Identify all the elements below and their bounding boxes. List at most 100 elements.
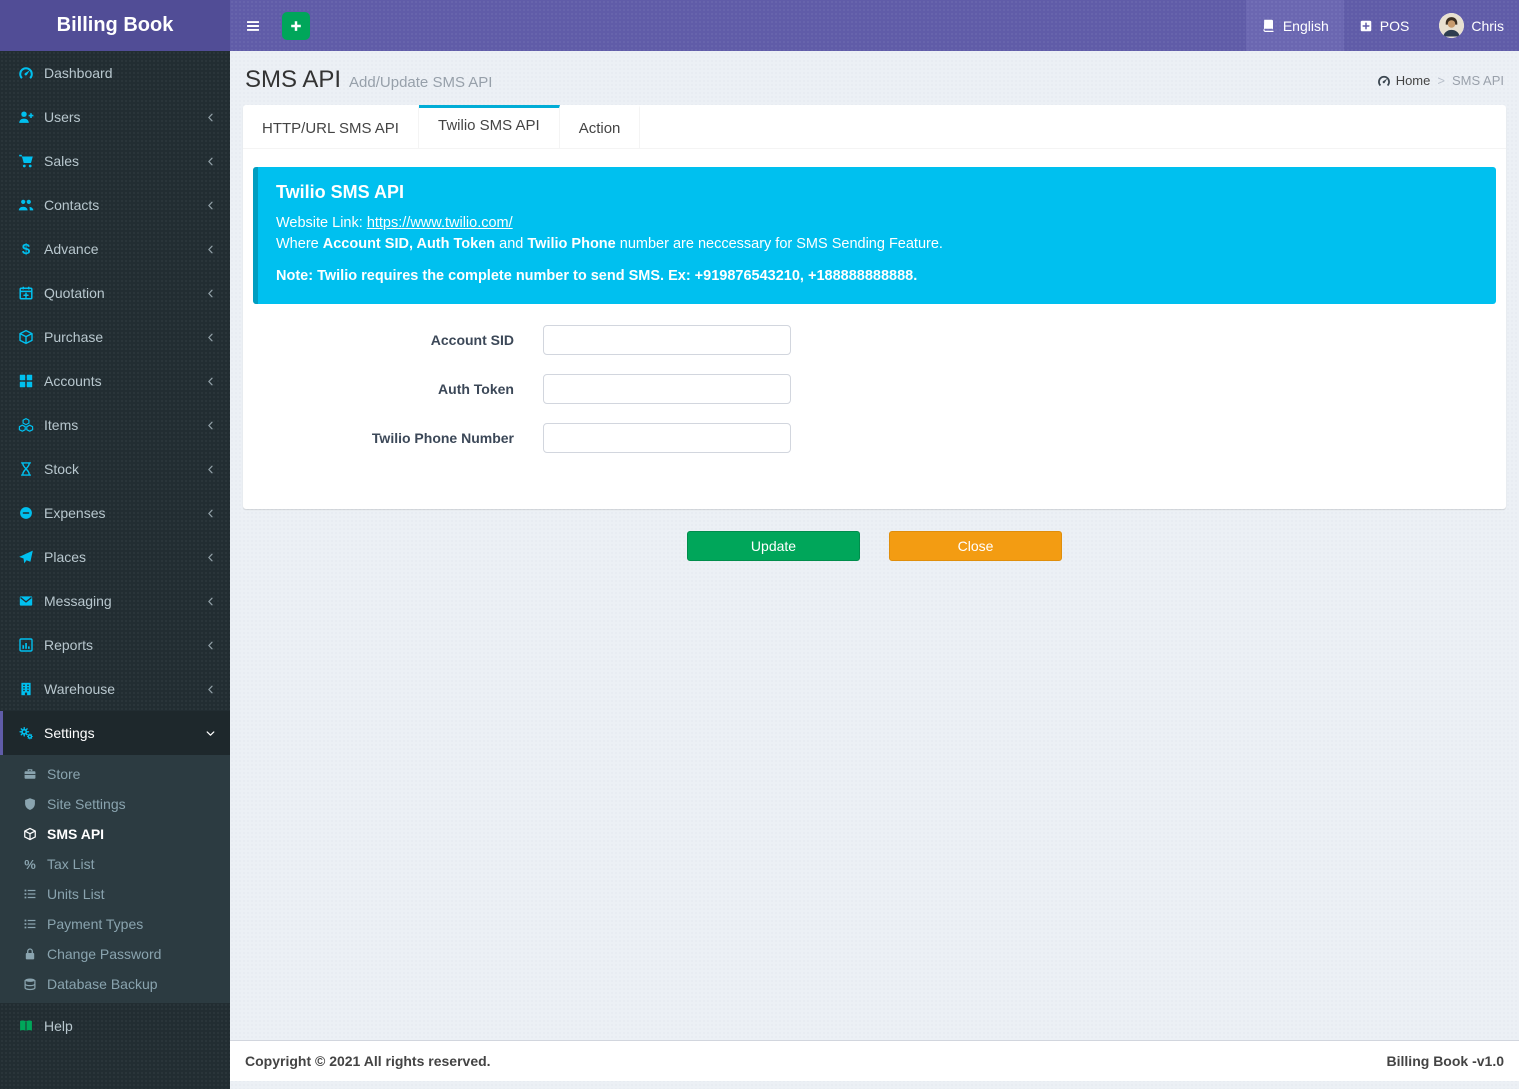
page-title: SMS API (245, 66, 341, 93)
sidebar-item-dashboard[interactable]: Dashboard (0, 51, 230, 95)
account-sid-label: Account SID (253, 332, 514, 348)
sidebar-item-contacts[interactable]: Contacts (0, 183, 230, 227)
account-sid-input[interactable] (543, 325, 791, 355)
cube-icon (18, 329, 34, 345)
sidebar-subitem-database-backup[interactable]: Database Backup (0, 969, 230, 999)
user-plus-icon (18, 109, 34, 125)
sidebar-item-quotation[interactable]: Quotation (0, 271, 230, 315)
sidebar-item-purchase[interactable]: Purchase (0, 315, 230, 359)
sidebar-item-stock[interactable]: Stock (0, 447, 230, 491)
sidebar-item-help[interactable]: Help (0, 1004, 230, 1048)
twilio-website-link[interactable]: https://www.twilio.com/ (367, 215, 513, 231)
sidebar-item-accounts[interactable]: Accounts (0, 359, 230, 403)
settings-submenu: Store Site Settings SMS API %Tax List Un… (0, 755, 230, 1003)
dollar-icon: $ (18, 241, 34, 257)
shield-icon (23, 797, 37, 811)
main-content: SMS API Add/Update SMS API Home > SMS API… (230, 51, 1519, 1089)
sidebar-subitem-payment-types[interactable]: Payment Types (0, 909, 230, 939)
sidebar-item-settings[interactable]: Settings (0, 711, 230, 755)
auth-token-input[interactable] (543, 374, 791, 404)
sidebar-subitem-site-settings[interactable]: Site Settings (0, 789, 230, 819)
twilio-info-callout: Twilio SMS API Website Link: https://www… (253, 167, 1496, 304)
bar-chart-icon (18, 637, 34, 653)
cube-icon (23, 827, 37, 841)
plus-icon (289, 19, 303, 33)
breadcrumb-separator: > (1437, 73, 1445, 88)
chevron-left-icon (205, 596, 216, 607)
quick-add-button[interactable] (282, 12, 310, 40)
form-row: Account SID (253, 325, 1496, 355)
tab-http-url-sms-api[interactable]: HTTP/URL SMS API (243, 105, 419, 148)
minus-circle-icon (18, 505, 34, 521)
app-logo[interactable]: Billing Book (0, 0, 230, 51)
sidebar-item-advance[interactable]: $Advance (0, 227, 230, 271)
sidebar-item-warehouse[interactable]: Warehouse (0, 667, 230, 711)
sidebar-item-items[interactable]: Items (0, 403, 230, 447)
envelope-icon (18, 593, 34, 609)
sidebar-item-expenses[interactable]: Expenses (0, 491, 230, 535)
paper-plane-icon (18, 549, 34, 565)
gauge-icon (18, 65, 34, 81)
close-button[interactable]: Close (889, 531, 1062, 561)
top-header: Billing Book English POS Chris (0, 0, 1519, 51)
breadcrumb-current: SMS API (1452, 73, 1504, 88)
chevron-left-icon (205, 684, 216, 695)
sidebar-item-reports[interactable]: Reports (0, 623, 230, 667)
tab-twilio-sms-api[interactable]: Twilio SMS API (419, 105, 560, 148)
sidebar-subitem-tax-list[interactable]: %Tax List (0, 849, 230, 879)
pos-label: POS (1380, 18, 1410, 34)
sidebar-toggle-button[interactable] (230, 0, 275, 51)
sidebar-item-places[interactable]: Places (0, 535, 230, 579)
sidebar-subitem-units-list[interactable]: Units List (0, 879, 230, 909)
calendar-plus-icon (18, 285, 34, 301)
footer: Copyright © 2021 All rights reserved. Bi… (230, 1040, 1519, 1081)
callout-website-line: Website Link: https://www.twilio.com/ (276, 213, 1466, 234)
sidebar-subitem-store[interactable]: Store (0, 759, 230, 789)
user-menu[interactable]: Chris (1424, 0, 1519, 51)
sidebar-item-messaging[interactable]: Messaging (0, 579, 230, 623)
callout-where-line: Where Account SID, Auth Token and Twilio… (276, 234, 1466, 255)
breadcrumb: Home > SMS API (1377, 73, 1504, 88)
tab-content: Twilio SMS API Website Link: https://www… (243, 149, 1506, 509)
sidebar: Dashboard Users Sales Contacts $Advance … (0, 51, 230, 1089)
pos-button[interactable]: POS (1344, 0, 1425, 51)
user-name: Chris (1471, 18, 1504, 34)
cubes-icon (18, 417, 34, 433)
version-text: Billing Book -v1.0 (1387, 1053, 1504, 1069)
twilio-phone-number-input[interactable] (543, 423, 791, 453)
sms-api-card: HTTP/URL SMS API Twilio SMS API Action T… (243, 105, 1506, 509)
sidebar-subitem-sms-api[interactable]: SMS API (0, 819, 230, 849)
content-header: SMS API Add/Update SMS API Home > SMS API (230, 51, 1519, 105)
page-subtitle: Add/Update SMS API (349, 74, 492, 91)
chevron-left-icon (205, 112, 216, 123)
chevron-left-icon (205, 200, 216, 211)
chevron-left-icon (205, 244, 216, 255)
chevron-left-icon (205, 508, 216, 519)
language-icon (1261, 18, 1276, 33)
book-icon (18, 1018, 34, 1034)
chevron-left-icon (205, 376, 216, 387)
sidebar-subitem-change-password[interactable]: Change Password (0, 939, 230, 969)
plus-square-icon (1359, 19, 1373, 33)
building-icon (18, 681, 34, 697)
update-button[interactable]: Update (687, 531, 860, 561)
gears-icon (18, 725, 34, 741)
tab-action[interactable]: Action (560, 105, 641, 148)
app-window: Billing Book English POS Chris Da (0, 0, 1519, 1089)
twilio-phone-number-label: Twilio Phone Number (253, 430, 514, 446)
language-menu[interactable]: English (1246, 0, 1344, 51)
list-icon (23, 887, 37, 901)
sidebar-item-users[interactable]: Users (0, 95, 230, 139)
action-buttons: Update Close (230, 531, 1519, 561)
users-icon (18, 197, 34, 213)
sidebar-item-sales[interactable]: Sales (0, 139, 230, 183)
breadcrumb-home-link[interactable]: Home (1377, 73, 1431, 88)
chevron-left-icon (205, 640, 216, 651)
top-navbar: English POS Chris (230, 0, 1519, 51)
chevron-left-icon (205, 288, 216, 299)
hamburger-icon (245, 18, 261, 34)
language-label: English (1283, 18, 1329, 34)
copyright-text: Copyright © 2021 All rights reserved. (245, 1053, 491, 1069)
hourglass-icon (18, 461, 34, 477)
twilio-form: Account SID Auth Token Twilio Phone Numb… (253, 325, 1496, 453)
